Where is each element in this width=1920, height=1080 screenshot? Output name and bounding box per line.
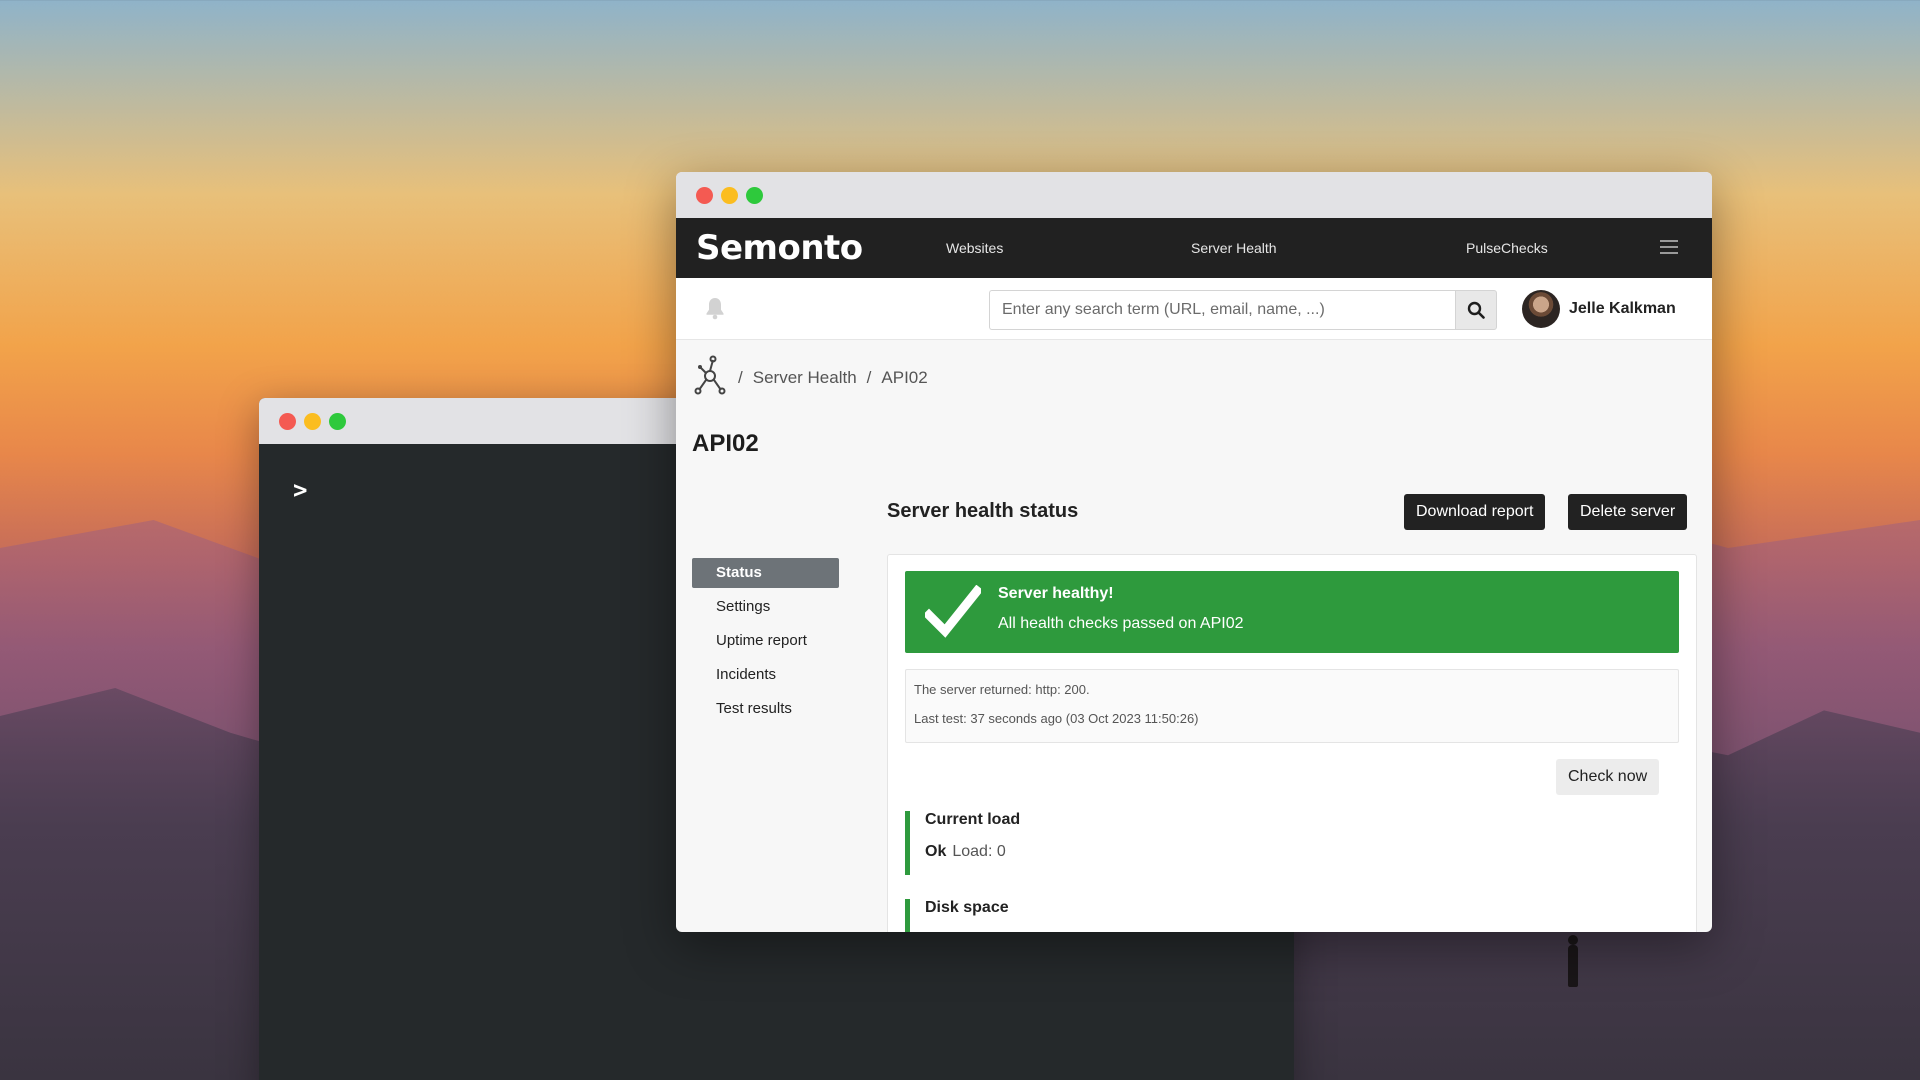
avatar [1522, 290, 1560, 328]
metric-state: Ok [925, 843, 947, 860]
metric-detail: Load: 0 [952, 843, 1006, 860]
status-message: All health checks passed on API02 [998, 615, 1244, 632]
nav-link-server-health[interactable]: Server Health [1191, 218, 1277, 278]
search-button[interactable] [1455, 290, 1497, 330]
breadcrumb: / Server Health / API02 [694, 354, 928, 401]
search-bar [989, 290, 1497, 330]
sidebar-item-uptime-report[interactable]: Uptime report [692, 626, 839, 656]
sidebar-item-status[interactable]: Status [692, 558, 839, 588]
page-title: API02 [692, 430, 759, 457]
nav-link-websites[interactable]: Websites [946, 218, 1003, 278]
nav-link-pulsechecks[interactable]: PulseChecks [1466, 218, 1548, 278]
search-icon [1467, 301, 1485, 319]
metric-current-load: Current load Ok Load: 0 [905, 811, 1679, 875]
search-input[interactable] [989, 290, 1455, 330]
sidebar-item-test-results[interactable]: Test results [692, 694, 839, 724]
app-window[interactable]: Semonto Websites Server Health PulseChec… [676, 172, 1712, 932]
download-report-button[interactable]: Download report [1404, 494, 1546, 530]
minimize-window-button[interactable] [304, 412, 321, 430]
server-response-text: The server returned: http: 200. [914, 682, 1090, 697]
top-navbar: Semonto Websites Server Health PulseChec… [676, 218, 1712, 278]
test-info-box: The server returned: http: 200. Last tes… [905, 669, 1679, 743]
delete-server-button[interactable]: Delete server [1568, 494, 1688, 530]
last-test-text: Last test: 37 seconds ago (03 Oct 2023 1… [914, 711, 1199, 726]
app-titlebar[interactable] [676, 172, 1712, 218]
sidebar-item-settings[interactable]: Settings [692, 592, 839, 622]
sidebar-item-incidents[interactable]: Incidents [692, 660, 839, 690]
metric-title: Current load [925, 811, 1021, 828]
user-name: Jelle Kalkman [1569, 300, 1676, 317]
metric-value: Ok Load: 0 [925, 843, 1679, 861]
checkmark-icon [922, 584, 984, 644]
close-window-button[interactable] [696, 186, 713, 204]
status-panel: Server healthy! All health checks passed… [887, 554, 1697, 932]
brand-logo[interactable]: Semonto [696, 226, 863, 270]
metric-disk-space: Disk space [905, 899, 1679, 932]
check-now-button[interactable]: Check now [1556, 759, 1660, 795]
status-alert: Server healthy! All health checks passed… [905, 571, 1679, 653]
section-title: Server health status [887, 500, 1079, 522]
user-menu[interactable]: Jelle Kalkman [1522, 290, 1676, 328]
home-logo-icon[interactable] [694, 354, 728, 401]
breadcrumb-separator: / [866, 367, 872, 387]
breadcrumb-separator: / [738, 367, 743, 387]
breadcrumb-server-health[interactable]: Server Health [753, 368, 857, 388]
close-window-button[interactable] [279, 412, 296, 430]
terminal-prompt: > [293, 476, 308, 504]
maximize-window-button[interactable] [746, 186, 763, 204]
breadcrumb-current: API02 [881, 367, 928, 387]
bell-icon[interactable] [704, 296, 726, 325]
brand-logo-text: Semonto [696, 228, 863, 268]
toolbar: Jelle Kalkman [676, 278, 1712, 340]
sidebar: Status Settings Uptime report Incidents … [692, 558, 839, 728]
status-title: Server healthy! [998, 585, 1114, 602]
minimize-window-button[interactable] [721, 186, 738, 204]
maximize-window-button[interactable] [329, 412, 346, 430]
background-hiker [1568, 935, 1578, 987]
hamburger-menu-icon[interactable] [1660, 240, 1678, 254]
metric-title: Disk space [925, 899, 1009, 916]
